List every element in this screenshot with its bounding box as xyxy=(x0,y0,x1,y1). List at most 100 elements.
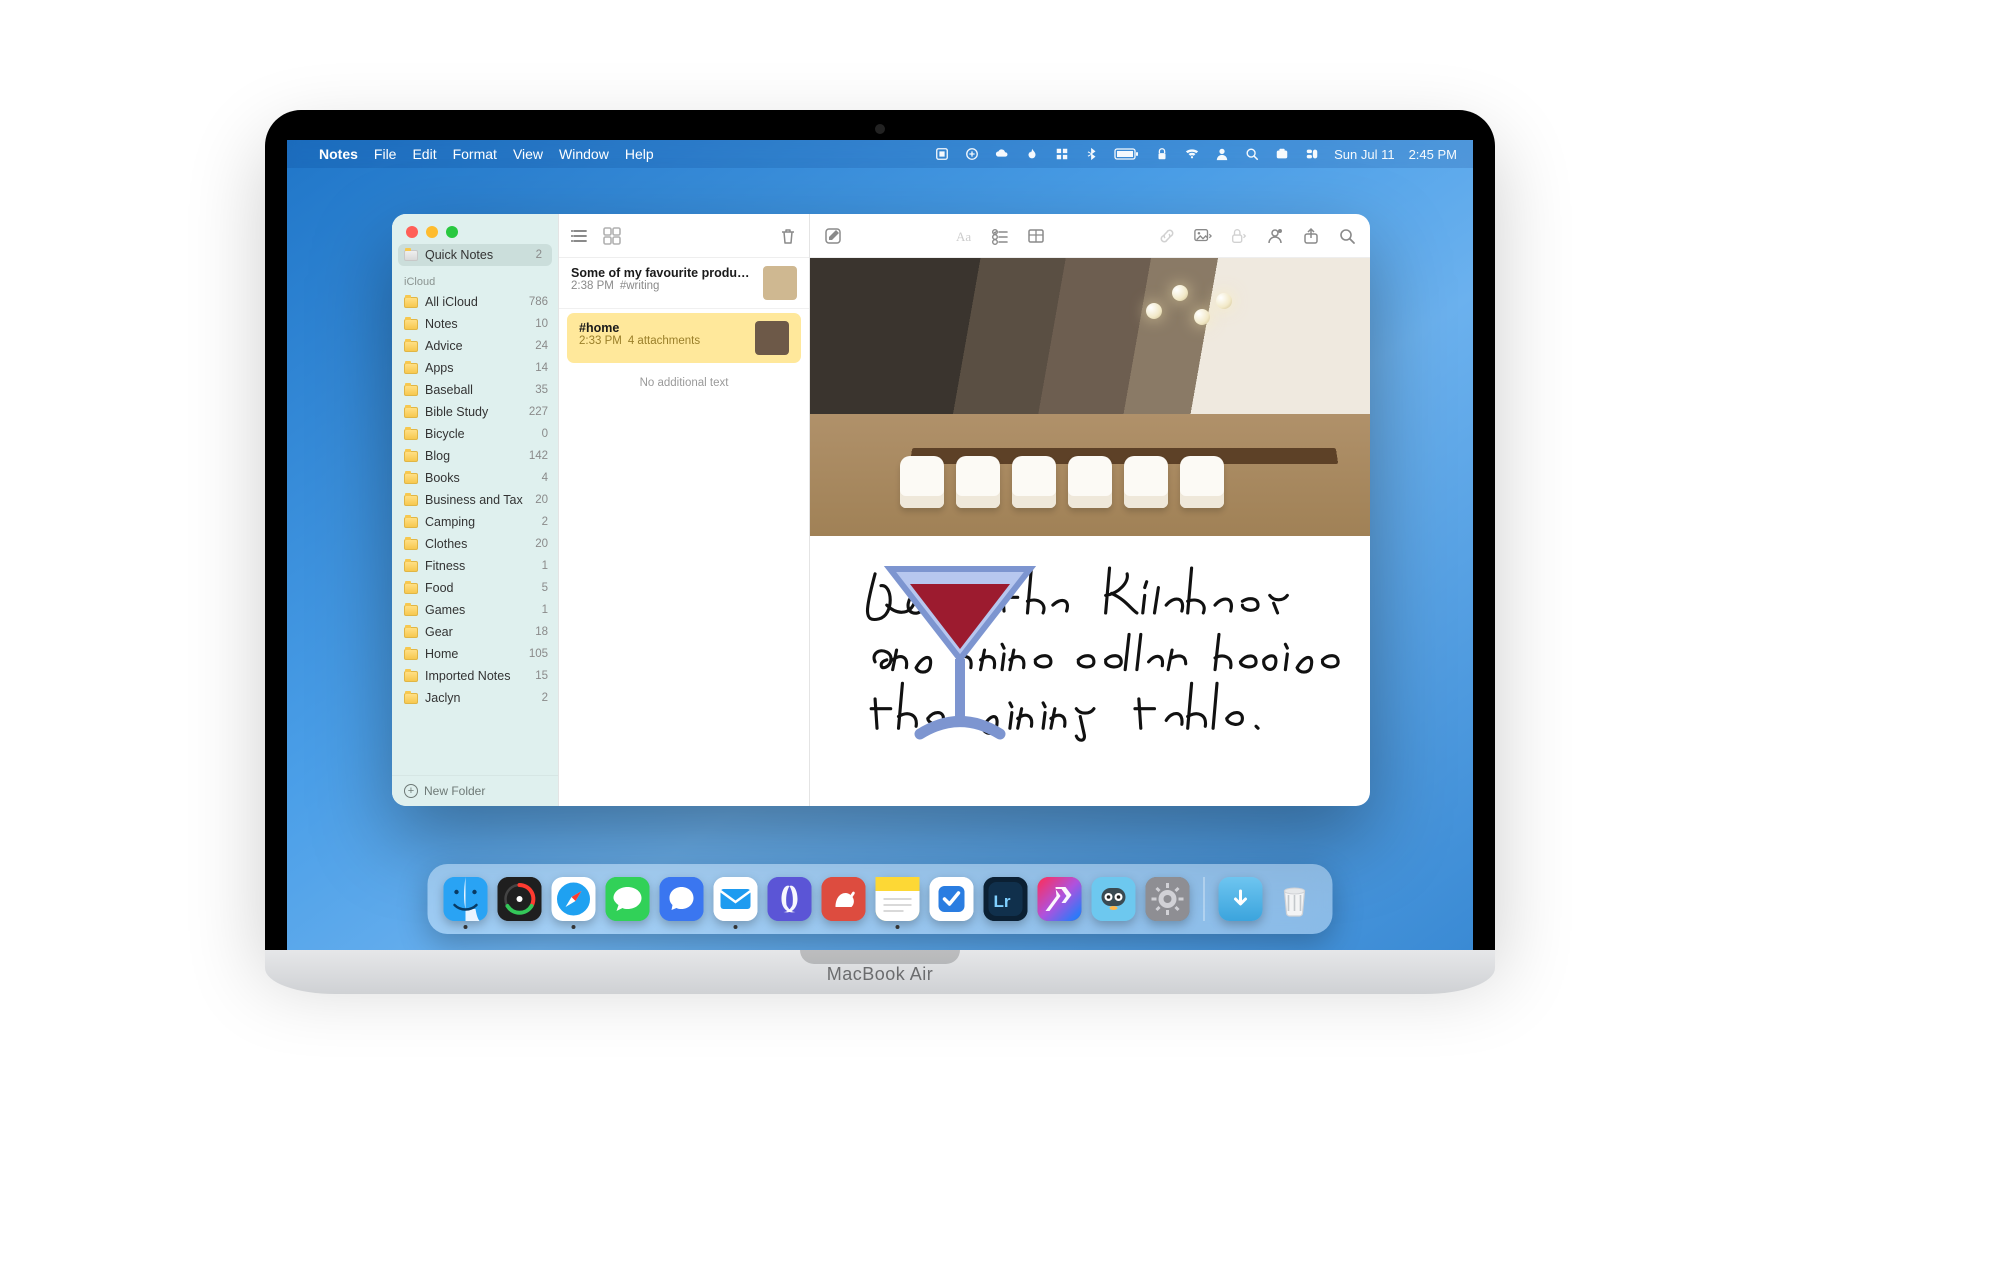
sidebar-item-fitness[interactable]: Fitness1 xyxy=(392,555,558,577)
sidebar-item-home[interactable]: Home105 xyxy=(392,643,558,665)
menu-format[interactable]: Format xyxy=(453,146,497,162)
note-list-item[interactable]: Some of my favourite produc…2:38 PM#writ… xyxy=(559,258,809,309)
lock-icon[interactable] xyxy=(1154,147,1170,161)
share-icon[interactable] xyxy=(1302,227,1320,245)
folder-icon xyxy=(404,539,418,550)
menubar-extra-icon-1[interactable] xyxy=(934,147,950,161)
desktop[interactable]: Notes File Edit Format View Window Help xyxy=(287,140,1473,950)
link-icon[interactable] xyxy=(1158,227,1176,245)
sidebar-item-apps[interactable]: Apps14 xyxy=(392,357,558,379)
sidebar-item-jaclyn[interactable]: Jaclyn2 xyxy=(392,687,558,709)
menubar-flame-icon[interactable] xyxy=(1024,147,1040,161)
note-list-item[interactable]: #home2:33 PM4 attachments xyxy=(567,313,801,363)
dock-downloads-folder[interactable] xyxy=(1219,877,1263,921)
sidebar-item-food[interactable]: Food5 xyxy=(392,577,558,599)
lock-note-icon[interactable] xyxy=(1230,227,1248,245)
sidebar-item-books[interactable]: Books4 xyxy=(392,467,558,489)
folder-icon xyxy=(404,561,418,572)
menu-time[interactable]: 2:45 PM xyxy=(1409,147,1457,162)
dock-app-tweetbot[interactable] xyxy=(1092,877,1136,921)
wifi-icon[interactable] xyxy=(1184,147,1200,161)
dock-app-safari[interactable] xyxy=(552,877,596,921)
table-icon[interactable] xyxy=(1027,227,1045,245)
sidebar-item-gear[interactable]: Gear18 xyxy=(392,621,558,643)
sidebar-item-advice[interactable]: Advice24 xyxy=(392,335,558,357)
menu-app-name[interactable]: Notes xyxy=(319,146,358,162)
new-folder-label: New Folder xyxy=(424,784,485,798)
minimize-window-button[interactable] xyxy=(426,226,438,238)
menubar-grid-icon[interactable] xyxy=(1054,147,1070,161)
zoom-window-button[interactable] xyxy=(446,226,458,238)
note-meta: 4 attachments xyxy=(628,335,700,347)
sidebar-item-label: Books xyxy=(425,471,535,485)
list-view-icon[interactable] xyxy=(571,227,589,245)
new-folder-button[interactable]: + New Folder xyxy=(392,775,558,806)
media-icon[interactable] xyxy=(1194,227,1212,245)
compose-icon[interactable] xyxy=(824,227,842,245)
sidebar-item-label: Clothes xyxy=(425,537,528,551)
screen-bezel: Notes File Edit Format View Window Help xyxy=(265,110,1495,950)
control-center-icon[interactable] xyxy=(1304,147,1320,161)
sidebar-item-clothes[interactable]: Clothes20 xyxy=(392,533,558,555)
gallery-view-icon[interactable] xyxy=(603,227,621,245)
menubar-extra-icon-3[interactable] xyxy=(1274,147,1290,161)
bluetooth-icon[interactable] xyxy=(1084,147,1100,161)
folder-icon xyxy=(404,363,418,374)
sidebar-item-baseball[interactable]: Baseball35 xyxy=(392,379,558,401)
sidebar-item-bible-study[interactable]: Bible Study227 xyxy=(392,401,558,423)
format-icon[interactable]: Aa xyxy=(955,227,973,245)
sidebar-item-label: Notes xyxy=(425,317,528,331)
spotlight-icon[interactable] xyxy=(1244,147,1260,161)
battery-icon[interactable] xyxy=(1114,147,1140,161)
dock-app-things[interactable] xyxy=(930,877,974,921)
plus-circle-icon: + xyxy=(404,784,418,798)
dock-app-lightroom[interactable]: Lr xyxy=(984,877,1028,921)
note-content[interactable] xyxy=(810,258,1370,806)
dock-app-notes[interactable] xyxy=(876,877,920,921)
sidebar-item-count: 2 xyxy=(542,516,548,528)
sidebar-item-bicycle[interactable]: Bicycle0 xyxy=(392,423,558,445)
folder-icon xyxy=(404,517,418,528)
sidebar-item-count: 227 xyxy=(529,406,548,418)
sidebar-item-count: 786 xyxy=(529,296,548,308)
menu-help[interactable]: Help xyxy=(625,146,654,162)
sidebar-item-camping[interactable]: Camping2 xyxy=(392,511,558,533)
dock-app-activity-monitor[interactable] xyxy=(498,877,542,921)
folder-icon xyxy=(404,385,418,396)
dock-app-system-preferences[interactable] xyxy=(1146,877,1190,921)
sidebar-item-notes[interactable]: Notes10 xyxy=(392,313,558,335)
checklist-icon[interactable] xyxy=(991,227,1009,245)
sidebar-item-all-icloud[interactable]: All iCloud786 xyxy=(392,291,558,313)
menu-date[interactable]: Sun Jul 11 xyxy=(1334,147,1394,162)
sidebar-item-blog[interactable]: Blog142 xyxy=(392,445,558,467)
sidebar-item-count: 0 xyxy=(542,428,548,440)
dock-app-mail[interactable] xyxy=(714,877,758,921)
close-window-button[interactable] xyxy=(406,226,418,238)
folder-icon xyxy=(404,407,418,418)
sidebar-item-imported-notes[interactable]: Imported Notes15 xyxy=(392,665,558,687)
note-image-attachment[interactable] xyxy=(810,258,1370,536)
menu-file[interactable]: File xyxy=(374,146,397,162)
dock-app-finder[interactable] xyxy=(444,877,488,921)
dock-app-discord-alt[interactable] xyxy=(768,877,812,921)
menu-window[interactable]: Window xyxy=(559,146,609,162)
menubar-extra-icon-2[interactable] xyxy=(964,147,980,161)
trash-icon[interactable] xyxy=(779,227,797,245)
dock-trash[interactable] xyxy=(1273,877,1317,921)
collaborate-icon[interactable] xyxy=(1266,227,1284,245)
running-indicator xyxy=(734,925,738,929)
menu-edit[interactable]: Edit xyxy=(412,146,436,162)
dock-app-messages[interactable] xyxy=(606,877,650,921)
menubar-cloud-icon[interactable] xyxy=(994,147,1010,161)
sidebar-item-quick-notes[interactable]: Quick Notes 2 xyxy=(398,244,552,266)
sidebar-item-games[interactable]: Games1 xyxy=(392,599,558,621)
search-icon[interactable] xyxy=(1338,227,1356,245)
sidebar-item-label: Jaclyn xyxy=(425,691,535,705)
dock-app-bear[interactable] xyxy=(822,877,866,921)
sidebar-item-business-and-tax[interactable]: Business and Tax20 xyxy=(392,489,558,511)
note-list-footer: No additional text xyxy=(559,367,809,399)
dock-app-signal[interactable] xyxy=(660,877,704,921)
user-icon[interactable] xyxy=(1214,147,1230,161)
menu-view[interactable]: View xyxy=(513,146,543,162)
dock-app-shortcuts[interactable] xyxy=(1038,877,1082,921)
